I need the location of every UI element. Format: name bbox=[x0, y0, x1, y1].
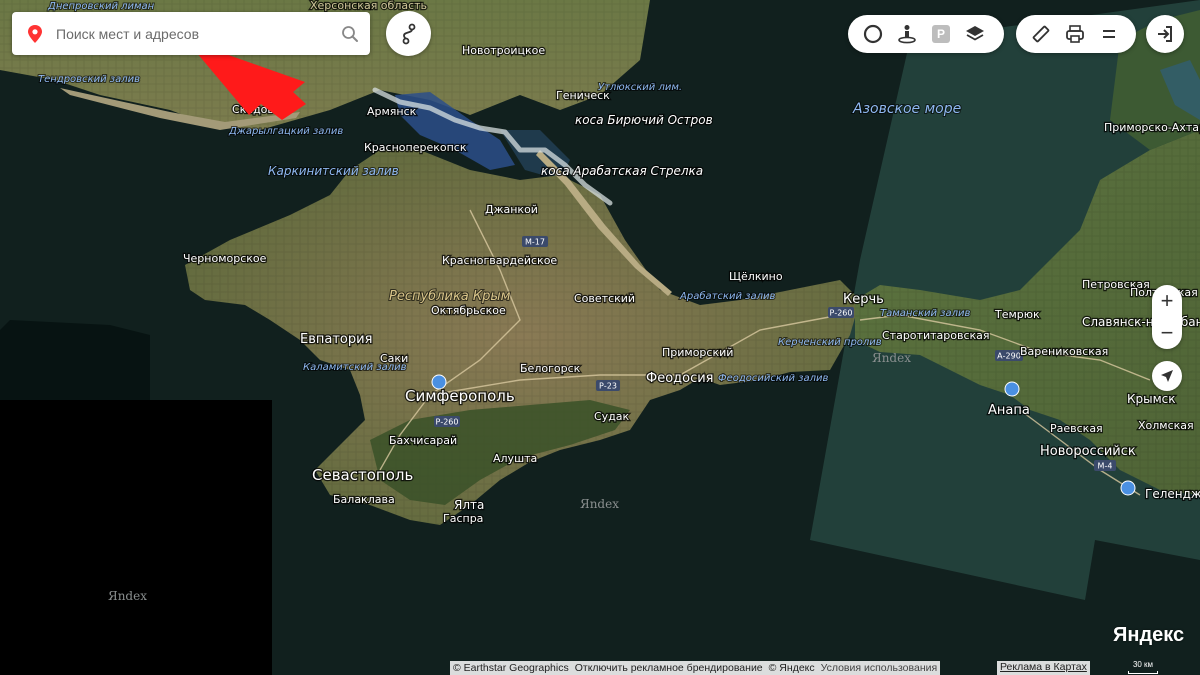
place-sudak: Судак bbox=[594, 410, 630, 423]
search-button[interactable] bbox=[330, 14, 370, 54]
copyright-earthstar: © Earthstar Geographics bbox=[450, 661, 572, 675]
ruler-button[interactable] bbox=[1024, 17, 1058, 51]
tools-toolbar bbox=[1016, 15, 1136, 53]
place-balaklava: Балаклава bbox=[333, 493, 395, 506]
geolocation-button[interactable] bbox=[1152, 361, 1182, 391]
place-krasnoperekopsk: Красноперекопск bbox=[364, 141, 467, 154]
panorama-button[interactable] bbox=[890, 17, 924, 51]
road-label-a290: А-290 bbox=[997, 352, 1021, 361]
traffic-button[interactable] bbox=[856, 17, 890, 51]
road-label-r260-east: Р-260 bbox=[830, 309, 853, 318]
place-kosa-arabatskaya: коса Арабатская Стрелка bbox=[541, 164, 703, 178]
place-varenikovskaya: Варениковская bbox=[1020, 345, 1108, 358]
place-tendrovsky-zaliv: Тендровский залив bbox=[38, 74, 140, 85]
copyright-yandex: © Яндекс bbox=[765, 661, 818, 675]
place-bakhchisaray: Бахчисарай bbox=[389, 434, 457, 447]
place-slavyansk: Славянск-на-Кубани bbox=[1082, 315, 1200, 329]
place-azov-sea: Азовское море bbox=[852, 101, 961, 117]
place-primorsko-akhtarsk: Приморско-Ахтарск bbox=[1104, 121, 1200, 134]
print-icon bbox=[1066, 25, 1084, 43]
login-icon bbox=[1158, 26, 1172, 42]
place-primorsky: Приморский bbox=[662, 346, 733, 359]
place-dzhankoy: Джанкой bbox=[485, 203, 538, 216]
map-watermark: Яndex bbox=[580, 497, 619, 511]
scale-label: 30 км bbox=[1132, 660, 1154, 669]
zoom-out-button[interactable]: − bbox=[1152, 317, 1182, 349]
panorama-icon bbox=[898, 25, 916, 44]
place-novotroitskoe: Новотроицкое bbox=[462, 44, 545, 57]
road-label-m17: М-17 bbox=[525, 238, 545, 247]
location-pin-icon bbox=[28, 24, 42, 43]
map-watermark: Яndex bbox=[108, 589, 147, 603]
search-input[interactable] bbox=[56, 25, 330, 42]
location-arrow-icon bbox=[1161, 370, 1173, 382]
place-kerch: Керчь bbox=[843, 292, 884, 307]
terms-link[interactable]: Условия использования bbox=[821, 662, 938, 674]
road-label-r260-west: Р-260 bbox=[436, 418, 459, 427]
place-simferopol: Симферополь bbox=[405, 387, 515, 405]
airport-icon[interactable] bbox=[1004, 381, 1020, 397]
scale-bar bbox=[1128, 671, 1158, 674]
place-tamansky-zaliv: Таманский залив bbox=[880, 308, 970, 319]
place-kholmskaya: Холмская bbox=[1138, 419, 1194, 432]
place-dneprovsky-liman: Днепровский лиман bbox=[47, 1, 155, 12]
scale-line: 30 км bbox=[1126, 660, 1160, 674]
place-utlyuksky-liman: Утлюкский лим. bbox=[598, 82, 682, 93]
traffic-icon bbox=[863, 24, 883, 44]
place-kalamitsky-zaliv: Каламитский залив bbox=[303, 362, 407, 373]
place-novorossiysk: Новороссийск bbox=[1040, 444, 1136, 459]
airport-icon[interactable] bbox=[1120, 480, 1136, 496]
place-evpatoriya: Евпатория bbox=[300, 332, 372, 347]
copyright-bar: © Earthstar Geographics Отключить реклам… bbox=[450, 661, 941, 675]
place-kerchensky-proliv: Керченский пролив bbox=[778, 337, 882, 348]
place-temryuk: Темрюк bbox=[994, 308, 1040, 321]
place-oktyabrskoe: Октябрьское bbox=[431, 304, 506, 317]
disable-branding-link[interactable]: Отключить рекламное брендирование bbox=[575, 662, 763, 674]
zoom-control: + − bbox=[1152, 285, 1182, 349]
place-alushta: Алушта bbox=[493, 452, 537, 465]
place-armyansk: Армянск bbox=[367, 105, 417, 118]
place-yalta: Ялта bbox=[454, 498, 484, 512]
ruler-icon bbox=[1032, 25, 1050, 43]
place-sevastopol: Севастополь bbox=[312, 466, 413, 484]
map-layers-toolbar: P bbox=[848, 15, 1004, 53]
search-box[interactable] bbox=[12, 12, 370, 55]
place-shchelkino: Щёлкино bbox=[729, 270, 783, 283]
satellite-map[interactable]: М-17 Р-260 Р-23 Р-260 А-290 М-4 Херсонск… bbox=[0, 0, 1200, 675]
parking-icon: P bbox=[932, 25, 950, 43]
place-feodosiysky-zaliv: Феодосийский залив bbox=[718, 373, 828, 384]
place-krymsk: Крымск bbox=[1127, 392, 1176, 406]
menu-button[interactable] bbox=[1092, 17, 1126, 51]
place-karkinitsky-zaliv: Каркинитский залив bbox=[268, 164, 399, 178]
layers-icon bbox=[966, 26, 984, 41]
layers-button[interactable] bbox=[958, 17, 992, 51]
place-chernomorskoe: Черноморское bbox=[183, 252, 267, 265]
route-icon bbox=[402, 23, 415, 44]
place-arabatsky-zaliv: Арабатский залив bbox=[679, 290, 775, 302]
login-button[interactable] bbox=[1146, 15, 1184, 53]
place-sovetsky: Советский bbox=[574, 292, 635, 305]
yandex-logo[interactable]: Яндекс bbox=[1113, 624, 1184, 647]
place-krasnogvardeyskoe: Красногвардейское bbox=[442, 254, 557, 267]
road-label-m4: М-4 bbox=[1098, 462, 1113, 471]
place-dzharylgatsky-zaliv: Джарылгацкий залив bbox=[228, 126, 343, 137]
parking-button[interactable]: P bbox=[924, 17, 958, 51]
place-raevskaya: Раевская bbox=[1050, 422, 1103, 435]
place-gelendzhik: Геленджик bbox=[1145, 487, 1200, 501]
menu-icon bbox=[1103, 30, 1115, 38]
ads-link[interactable]: Реклама в Картах bbox=[997, 661, 1090, 675]
place-belogorsk: Белогорск bbox=[520, 362, 581, 375]
place-starotitarovskaya: Старотитаровская bbox=[882, 329, 990, 342]
zoom-in-button[interactable]: + bbox=[1152, 285, 1182, 317]
place-respublika-krym: Республика Крым bbox=[389, 289, 511, 304]
search-icon bbox=[342, 25, 358, 42]
route-button[interactable] bbox=[386, 11, 431, 56]
map-watermark: Яndex bbox=[872, 351, 911, 365]
place-anapa: Анапа bbox=[988, 403, 1030, 418]
place-kosa-biryuchiy: коса Бирючий Остров bbox=[575, 113, 713, 127]
road-label-r23: Р-23 bbox=[599, 382, 617, 391]
place-gaspra: Гаспра bbox=[443, 512, 483, 525]
print-button[interactable] bbox=[1058, 17, 1092, 51]
place-feodosiya: Феодосия bbox=[646, 371, 714, 386]
